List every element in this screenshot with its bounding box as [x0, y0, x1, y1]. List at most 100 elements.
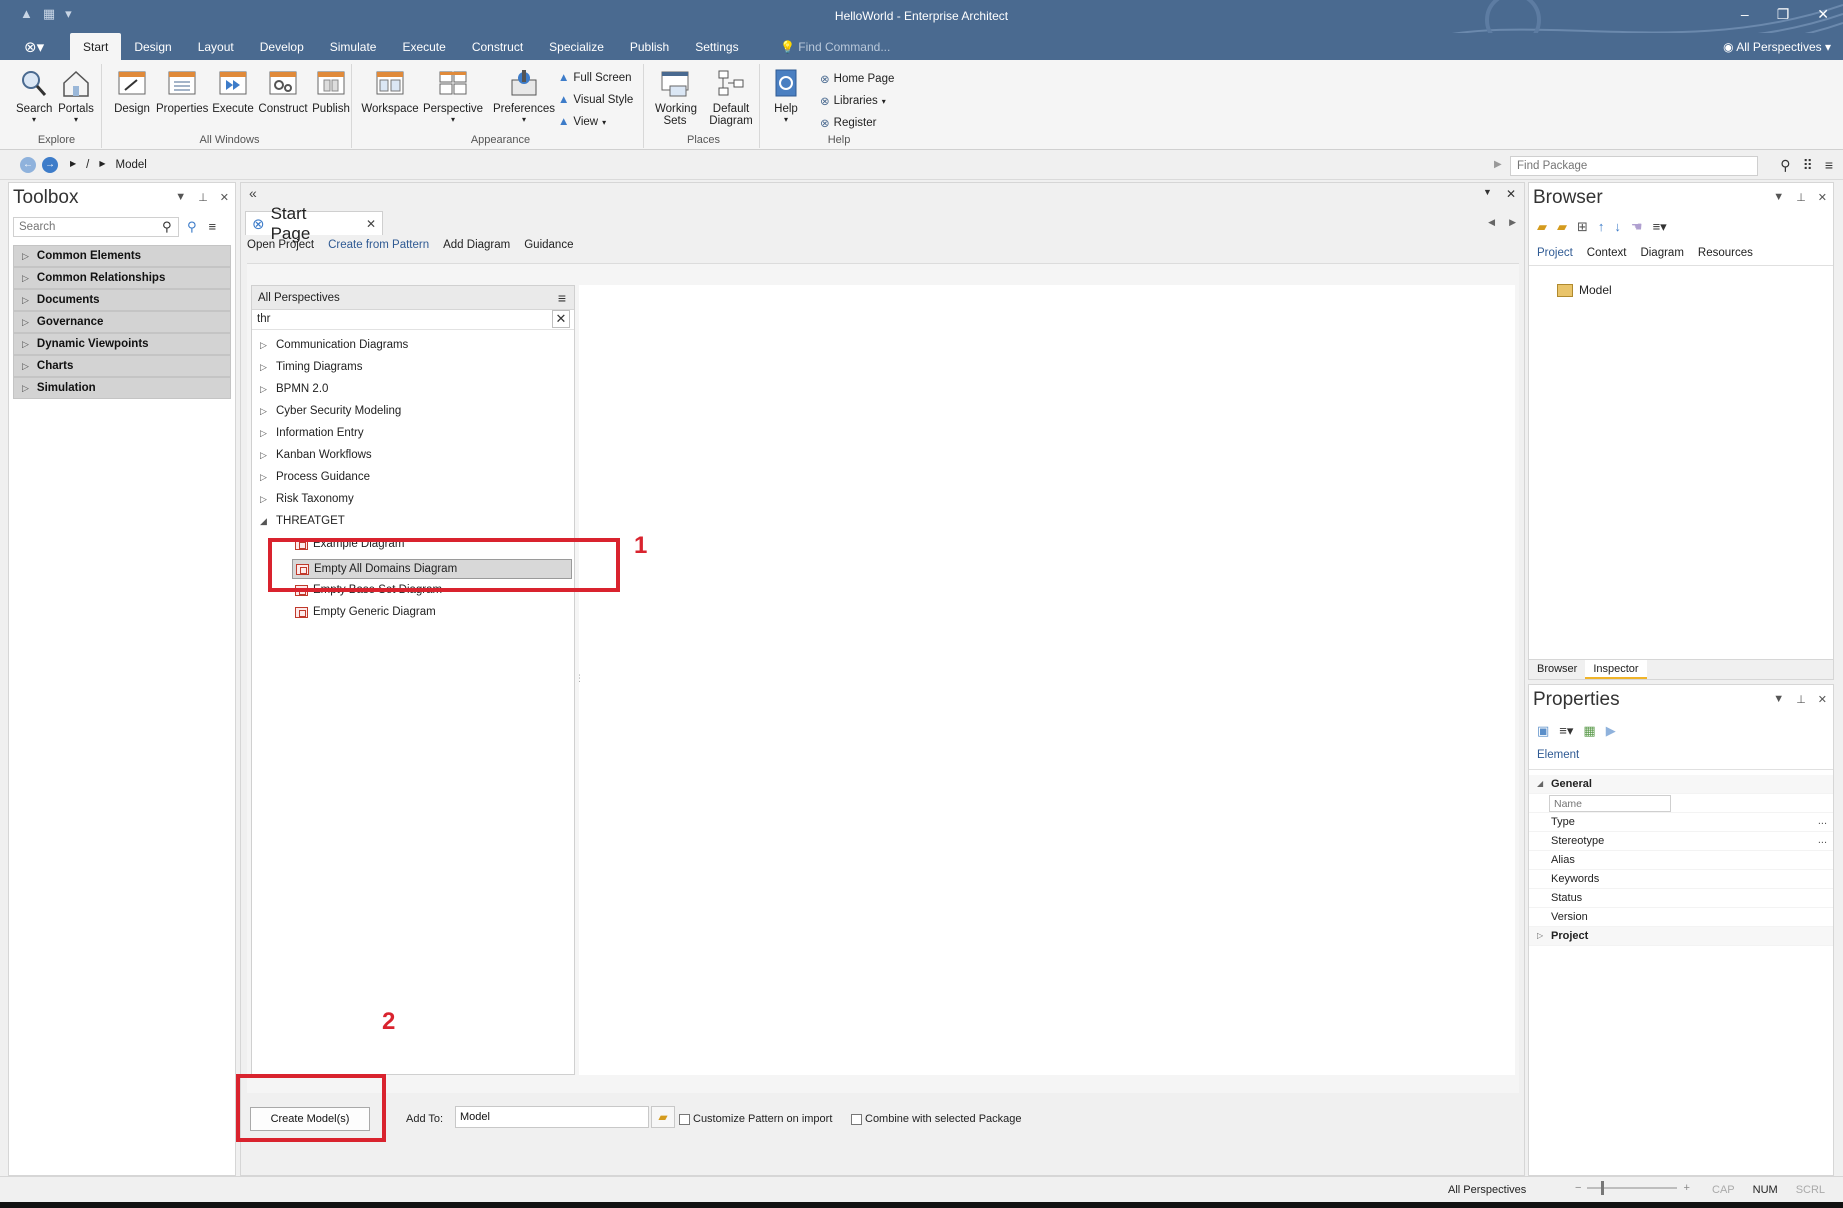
tree-node[interactable]: ▷ Communication Diagrams — [260, 339, 408, 351]
crumb-model[interactable]: Model — [116, 159, 147, 171]
expand-icon[interactable]: ▷ — [260, 384, 268, 395]
browser-menu-icon[interactable]: ≡▾ — [1653, 219, 1667, 235]
property-row[interactable]: Type... — [1529, 813, 1833, 832]
expand-icon[interactable]: ▷ — [260, 362, 268, 373]
play-icon[interactable]: ▶ — [1606, 723, 1616, 739]
find-toolbox-icon[interactable]: ⚲ — [187, 219, 197, 235]
perspective-ribbon-button[interactable]: Perspective ▾ — [422, 68, 484, 124]
crumb-arrow-icon[interactable]: ▶ — [70, 159, 76, 171]
execute-ribbon-button[interactable]: Execute — [212, 68, 254, 115]
design-ribbon-button[interactable]: Design — [112, 68, 152, 115]
hamburger-menu-icon[interactable]: ≡ — [1825, 157, 1833, 174]
folder-icon[interactable]: ▰ — [651, 1106, 675, 1128]
combine-package-checkbox[interactable]: Combine with selected Package — [851, 1113, 1022, 1125]
publish-ribbon-button[interactable]: Publish — [310, 68, 352, 115]
portals-ribbon-button[interactable]: Portals ▾ — [56, 68, 96, 124]
toolbox-category[interactable]: ▷ Documents — [13, 289, 231, 311]
tree-node[interactable]: ▷ Information Entry — [260, 427, 364, 439]
properties-ribbon-button[interactable]: Properties — [156, 68, 208, 115]
tab-start[interactable]: Start — [70, 33, 122, 60]
open-folder-icon[interactable]: ▰ — [1557, 219, 1567, 235]
toolbox-category[interactable]: ▷ Common Elements — [13, 245, 231, 267]
move-up-icon[interactable]: ↑ — [1598, 219, 1605, 235]
expand-icon[interactable]: ▷ — [22, 383, 29, 393]
splitter-handle[interactable]: ⋮ — [575, 673, 584, 684]
expand-icon[interactable]: ▷ — [260, 428, 268, 439]
tab-settings[interactable]: Settings — [682, 33, 751, 60]
hand-icon[interactable]: ☚ — [1631, 219, 1643, 235]
tree-node[interactable]: ▷ Risk Taxonomy — [260, 493, 354, 505]
zoom-out-button[interactable]: − — [1575, 1182, 1581, 1194]
zoom-slider[interactable]: − + — [1575, 1181, 1690, 1195]
working-sets-button[interactable]: Working Sets — [650, 68, 700, 127]
toolbox-category[interactable]: ▷ Simulation — [13, 377, 231, 399]
preferences-ribbon-button[interactable]: Preferences ▾ — [492, 68, 556, 124]
new-diagram-icon[interactable]: ⊞ — [1577, 219, 1588, 235]
crumb-arrow-icon[interactable]: ▶ — [99, 159, 105, 171]
save-icon[interactable]: ▣ — [1537, 723, 1549, 739]
expand-icon[interactable]: ▷ — [22, 317, 29, 327]
name-input[interactable] — [1549, 795, 1671, 812]
visual-style-button[interactable]: ▲ Visual Style — [558, 94, 633, 106]
clear-filter-icon[interactable]: ✕ — [552, 310, 570, 328]
close-icon[interactable]: ✕ — [1818, 191, 1827, 204]
tab-simulate[interactable]: Simulate — [317, 33, 390, 60]
find-package-search-icon[interactable]: ⚲ — [1780, 157, 1790, 174]
start-page-tab[interactable]: ⊗ Start Page ✕ — [245, 204, 383, 243]
toolbox-category[interactable]: ▷ Governance — [13, 311, 231, 333]
dropdown-icon[interactable]: ▼ — [1773, 191, 1784, 204]
search-ribbon-button[interactable]: Search ▾ — [16, 68, 52, 124]
customize-pattern-checkbox[interactable]: Customize Pattern on import — [679, 1113, 832, 1125]
toolbox-category[interactable]: ▷ Charts — [13, 355, 231, 377]
close-tab-icon[interactable]: ✕ — [366, 217, 376, 231]
scroll-right-icon[interactable]: ▶ — [1509, 217, 1516, 228]
collapse-icon[interactable]: ◢ — [1537, 779, 1543, 788]
expand-icon[interactable]: ▷ — [1537, 931, 1543, 940]
general-section[interactable]: ◢ General — [1529, 775, 1833, 794]
expand-icon[interactable]: ▷ — [260, 494, 268, 505]
ellipsis-button[interactable]: ... — [1818, 815, 1827, 827]
tab-execute[interactable]: Execute — [389, 33, 458, 60]
toolbox-menu-icon[interactable]: ≡ — [209, 219, 217, 235]
zoom-knob[interactable] — [1601, 1181, 1605, 1195]
close-icon[interactable]: ✕ — [1506, 187, 1516, 201]
tab-construct[interactable]: Construct — [459, 33, 536, 60]
property-row[interactable]: Status — [1529, 889, 1833, 908]
crumb-root[interactable]: / — [86, 159, 89, 171]
expand-icon[interactable]: ▷ — [260, 472, 268, 483]
find-package-arrow-icon[interactable]: ▶ — [1494, 159, 1502, 170]
browser-tab-resources[interactable]: Resources — [1698, 247, 1753, 259]
zoom-in-button[interactable]: + — [1683, 1182, 1689, 1194]
workspace-ribbon-button[interactable]: Workspace — [360, 68, 420, 115]
expand-icon[interactable]: ▷ — [22, 295, 29, 305]
find-command[interactable]: 💡 Find Command... — [780, 40, 890, 54]
tree-node[interactable]: ▷ Process Guidance — [260, 471, 370, 483]
home-page-button[interactable]: ⊗ Home Page — [820, 72, 894, 86]
properties-menu-icon[interactable]: ≡▾ — [1559, 723, 1573, 739]
checkbox-box[interactable] — [851, 1113, 862, 1125]
tree-menu-icon[interactable]: ≡ — [558, 290, 566, 306]
collapse-icon[interactable]: « — [249, 185, 257, 201]
find-package-input[interactable] — [1510, 156, 1758, 176]
project-section[interactable]: ▷ Project — [1529, 927, 1833, 946]
add-to-field[interactable]: Model — [455, 1106, 649, 1128]
bottom-tab-inspector[interactable]: Inspector — [1585, 660, 1647, 679]
zoom-track[interactable] — [1587, 1181, 1678, 1195]
collapse-icon[interactable]: ◢ — [260, 516, 268, 527]
browser-tab-diagram[interactable]: Diagram — [1640, 247, 1683, 259]
perspectives-menu[interactable]: ◉ All Perspectives ▾ — [1723, 40, 1831, 54]
subtab-guidance[interactable]: Guidance — [524, 239, 573, 251]
tree-filter-input[interactable]: thr ✕ — [252, 310, 574, 330]
minimize-button[interactable]: ‒ — [1741, 6, 1749, 23]
close-icon[interactable]: ✕ — [1818, 693, 1827, 706]
construct-ribbon-button[interactable]: Construct — [258, 68, 308, 115]
properties-tab-element[interactable]: Element — [1537, 749, 1579, 761]
pin-icon[interactable]: ⊥ — [1796, 693, 1806, 706]
filter-icon[interactable]: ⠿ — [1803, 157, 1813, 174]
dropdown-icon[interactable]: ▼ — [175, 191, 186, 204]
register-button[interactable]: ⊗ Register — [820, 116, 876, 130]
browser-tab-context[interactable]: Context — [1587, 247, 1627, 259]
forward-icon[interactable]: → — [42, 157, 58, 173]
tree-node[interactable]: ▷ Cyber Security Modeling — [260, 405, 401, 417]
view-button[interactable]: ▲ View ▾ — [558, 116, 606, 128]
